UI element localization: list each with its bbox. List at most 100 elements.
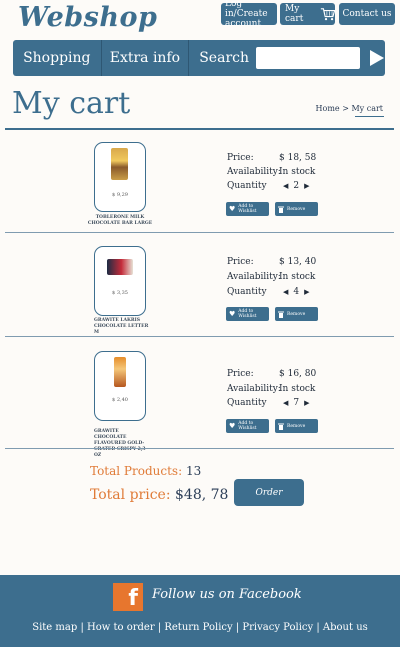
footer-link-site-map[interactable]: Site map — [32, 622, 77, 633]
decrease-arrow-icon[interactable]: ◀ — [283, 399, 288, 407]
price-label: Price: — [227, 369, 254, 379]
cart-item: $ 9,29 TOBLERONE MILK CHOCOLATE BAR LARG… — [0, 133, 400, 233]
divider — [5, 336, 394, 337]
footer-links: Site map | How to order | Return Policy … — [0, 622, 400, 633]
breadcrumb: Home > My cart — [316, 104, 383, 113]
tab-extra-info-label: Extra info — [109, 50, 181, 66]
my-cart-label: My cart — [285, 4, 304, 24]
tab-shopping[interactable]: Shopping — [13, 40, 102, 76]
quantity-value: 2 — [293, 181, 300, 191]
decrease-arrow-icon[interactable]: ◀ — [283, 288, 288, 296]
availability-value: In stock — [279, 384, 316, 394]
order-button[interactable]: Order — [234, 479, 304, 506]
availability-value: In stock — [279, 167, 316, 177]
increase-arrow-icon[interactable]: ▶ — [304, 182, 309, 190]
footer-separator: | — [316, 622, 320, 633]
footer-separator: | — [157, 622, 162, 633]
availability-label: Availability: — [227, 272, 281, 282]
price-value: $ 16, 80 — [279, 369, 317, 379]
product-image — [111, 148, 128, 180]
heart-icon: ♥ — [229, 205, 236, 213]
total-products-label: Total Products: — [90, 464, 183, 478]
quantity-value: 7 — [293, 398, 300, 408]
product-name[interactable]: GRAWITE CHOCOLATE FLAVOURED GOLD-CRATED … — [94, 429, 152, 459]
quantity-stepper: ◀ 4 ▶ — [283, 287, 310, 297]
availability-value: In stock — [279, 272, 316, 282]
total-price: Total price: $48, 78 — [90, 487, 228, 503]
price-value: $ 18, 58 — [279, 153, 317, 163]
footer-link-privacy-policy[interactable]: Privacy Policy — [242, 622, 313, 633]
wishlist-label: Add to Wishlist — [238, 309, 257, 319]
footer-link-return-policy[interactable]: Return Policy — [164, 622, 232, 633]
divider — [5, 448, 394, 449]
remove-label: Remove — [287, 311, 306, 317]
wishlist-label: Add to Wishlist — [238, 421, 257, 431]
product-image-card[interactable]: $ 9,29 — [94, 142, 146, 212]
increase-arrow-icon[interactable]: ▶ — [304, 288, 309, 296]
product-image — [107, 259, 133, 275]
search-arrow-icon[interactable] — [369, 49, 385, 67]
quantity-stepper: ◀ 2 ▶ — [283, 181, 310, 191]
main-nav: Shopping Extra info Search — [13, 40, 385, 76]
add-to-wishlist-button[interactable]: ♥ Add to Wishlist — [226, 419, 269, 433]
tab-shopping-label: Shopping — [23, 50, 91, 66]
tab-extra-info[interactable]: Extra info — [102, 40, 190, 76]
increase-arrow-icon[interactable]: ▶ — [304, 399, 309, 407]
quantity-value: 4 — [293, 287, 300, 297]
contact-us-label: Contact us — [342, 9, 392, 19]
divider — [5, 128, 394, 130]
remove-label: Remove — [287, 206, 306, 212]
my-cart-button[interactable]: My cart — [280, 3, 335, 25]
footer-link-about-us[interactable]: About us — [323, 622, 368, 633]
breadcrumb-home[interactable]: Home — [316, 104, 340, 113]
add-to-wishlist-button[interactable]: ♥ Add to Wishlist — [226, 307, 269, 321]
order-label: Order — [255, 487, 283, 498]
trash-icon — [278, 311, 284, 318]
footer-link-how-to-order[interactable]: How to order — [87, 622, 155, 633]
breadcrumb-current: My cart — [351, 104, 383, 113]
quantity-stepper: ◀ 7 ▶ — [283, 398, 310, 408]
product-image — [114, 357, 126, 387]
heart-icon: ♥ — [229, 422, 236, 430]
divider — [5, 232, 394, 233]
wishlist-label: Add to Wishlist — [238, 204, 257, 214]
price-label: Price: — [227, 153, 254, 163]
trash-icon — [278, 423, 284, 430]
footer-separator: | — [235, 622, 240, 633]
follow-facebook-link[interactable]: Follow us on Facebook — [152, 587, 302, 602]
remove-button[interactable]: Remove — [275, 202, 318, 216]
breadcrumb-underline — [355, 116, 384, 117]
add-to-wishlist-button[interactable]: ♥ Add to Wishlist — [226, 202, 269, 216]
quantity-label: Quantity — [227, 398, 267, 408]
page-title: My cart — [12, 86, 131, 121]
heart-icon: ♥ — [229, 310, 236, 318]
total-price-value: $48, 78 — [175, 487, 229, 503]
footer-separator: | — [80, 622, 84, 633]
total-products: Total Products: 13 — [90, 464, 201, 478]
price-value: $ 13, 40 — [279, 257, 317, 267]
decrease-arrow-icon[interactable]: ◀ — [283, 182, 288, 190]
footer: f Follow us on Facebook Site map | How t… — [0, 575, 400, 647]
product-name[interactable]: GRAWITE LAKRIS CHOCOLATE LETTER M — [94, 318, 149, 336]
product-image-card[interactable]: $ 2,40 — [94, 351, 146, 421]
product-name[interactable]: TOBLERONE MILK CHOCOLATE BAR LARGE — [80, 215, 160, 227]
webshop-logo[interactable]: Webshop — [18, 2, 157, 33]
facebook-icon[interactable]: f — [113, 583, 143, 611]
remove-button[interactable]: Remove — [275, 307, 318, 321]
availability-label: Availability: — [227, 384, 281, 394]
remove-button[interactable]: Remove — [275, 419, 318, 433]
search-area: Search — [189, 40, 385, 76]
login-label: Log in/Create account — [225, 0, 268, 29]
availability-label: Availability: — [227, 167, 281, 177]
shopping-cart-icon — [320, 8, 335, 21]
search-input[interactable] — [256, 47, 360, 69]
cart-item: $ 3,35 GRAWITE LAKRIS CHOCOLATE LETTER M… — [0, 237, 400, 337]
login-button[interactable]: Log in/Create account — [221, 0, 277, 29]
product-image-card[interactable]: $ 3,35 — [94, 246, 146, 316]
price-label: Price: — [227, 257, 254, 267]
quantity-label: Quantity — [227, 287, 267, 297]
product-card-price: $ 9,29 — [112, 192, 128, 198]
product-card-price: $ 2,40 — [112, 397, 128, 403]
product-card-price: $ 3,35 — [112, 290, 128, 296]
contact-us-button[interactable]: Contact us — [339, 3, 395, 25]
